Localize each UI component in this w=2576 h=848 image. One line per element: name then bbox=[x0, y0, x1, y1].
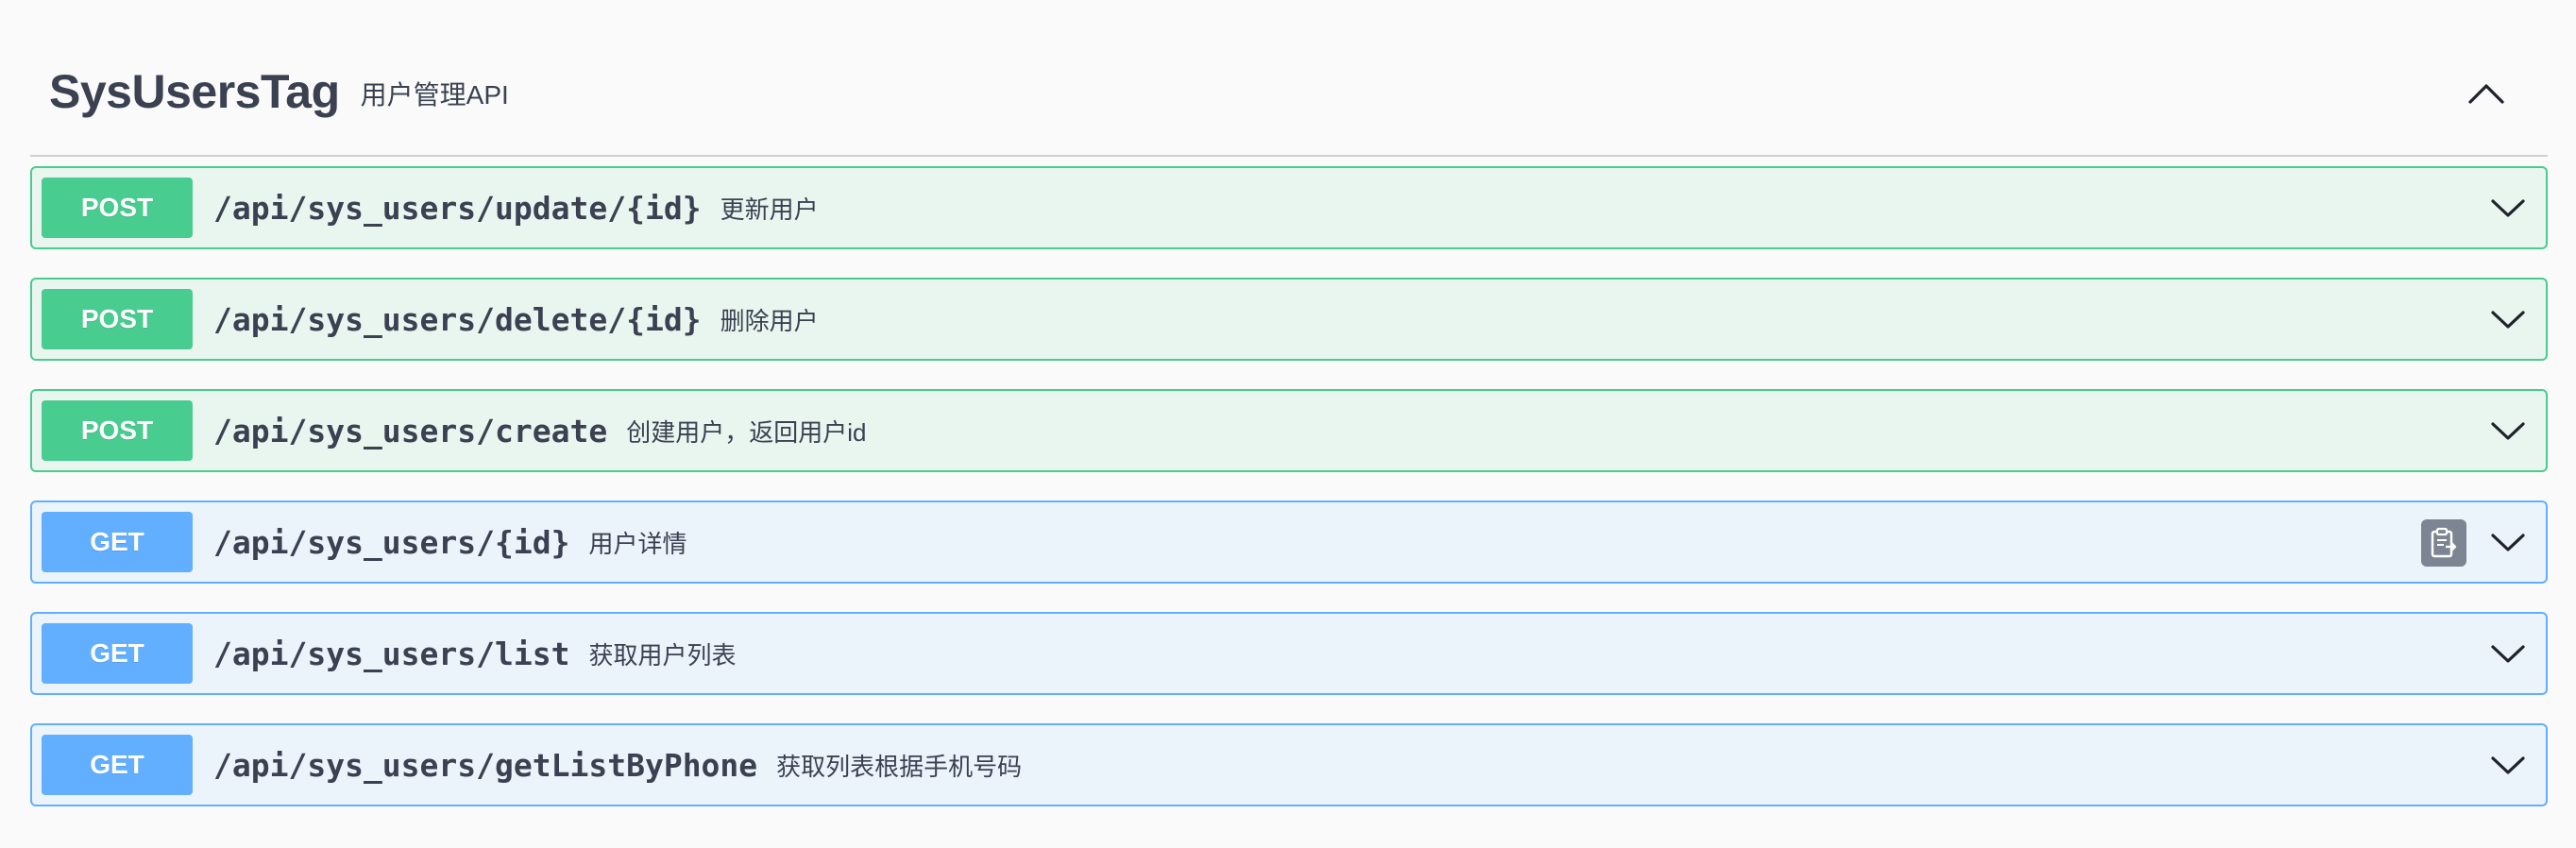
method-badge: POST bbox=[42, 289, 193, 349]
method-badge: GET bbox=[42, 512, 193, 572]
chevron-down-icon[interactable] bbox=[2489, 189, 2527, 227]
chevron-down-icon[interactable] bbox=[2489, 635, 2527, 672]
operation-summary: 删除用户 bbox=[720, 306, 819, 335]
copy-to-clipboard-button[interactable] bbox=[2421, 519, 2466, 567]
operation-path: /api/sys_users/delete/{id} bbox=[213, 300, 702, 338]
operation-path: /api/sys_users/list bbox=[213, 635, 570, 672]
operation-block[interactable]: GET /api/sys_users/{id} 用户详情 bbox=[30, 500, 2548, 584]
operation-block[interactable]: POST /api/sys_users/delete/{id} 删除用户 bbox=[30, 278, 2548, 361]
clipboard-copy-icon bbox=[2431, 527, 2457, 558]
operation-path: /api/sys_users/update/{id} bbox=[213, 189, 702, 227]
method-badge: POST bbox=[42, 178, 193, 238]
chevron-down-icon[interactable] bbox=[2489, 746, 2527, 784]
operation-summary: 创建用户，返回用户id bbox=[626, 417, 867, 447]
operation-path: /api/sys_users/{id} bbox=[213, 523, 570, 561]
chevron-down-icon[interactable] bbox=[2489, 523, 2527, 561]
tag-description: 用户管理API bbox=[360, 80, 509, 110]
operation-path: /api/sys_users/create bbox=[213, 412, 608, 449]
operation-block[interactable]: POST /api/sys_users/update/{id} 更新用户 bbox=[30, 166, 2548, 249]
chevron-down-icon[interactable] bbox=[2489, 412, 2527, 449]
operation-summary: 获取用户列表 bbox=[588, 640, 737, 670]
chevron-down-icon[interactable] bbox=[2489, 300, 2527, 338]
operation-block[interactable]: GET /api/sys_users/getListByPhone 获取列表根据… bbox=[30, 723, 2548, 806]
operation-block[interactable]: POST /api/sys_users/create 创建用户，返回用户id bbox=[30, 389, 2548, 472]
operation-block[interactable]: GET /api/sys_users/list 获取用户列表 bbox=[30, 612, 2548, 695]
tag-section-header[interactable]: SysUsersTag 用户管理API bbox=[30, 28, 2548, 157]
operation-summary: 获取列表根据手机号码 bbox=[776, 752, 1023, 781]
operation-path: /api/sys_users/getListByPhone bbox=[213, 746, 758, 784]
method-badge: GET bbox=[42, 623, 193, 684]
method-badge: POST bbox=[42, 400, 193, 461]
operation-summary: 用户详情 bbox=[588, 529, 687, 558]
chevron-up-icon[interactable] bbox=[2466, 74, 2506, 113]
method-badge: GET bbox=[42, 735, 193, 795]
tag-name: SysUsersTag bbox=[49, 65, 340, 118]
operation-summary: 更新用户 bbox=[720, 195, 819, 224]
